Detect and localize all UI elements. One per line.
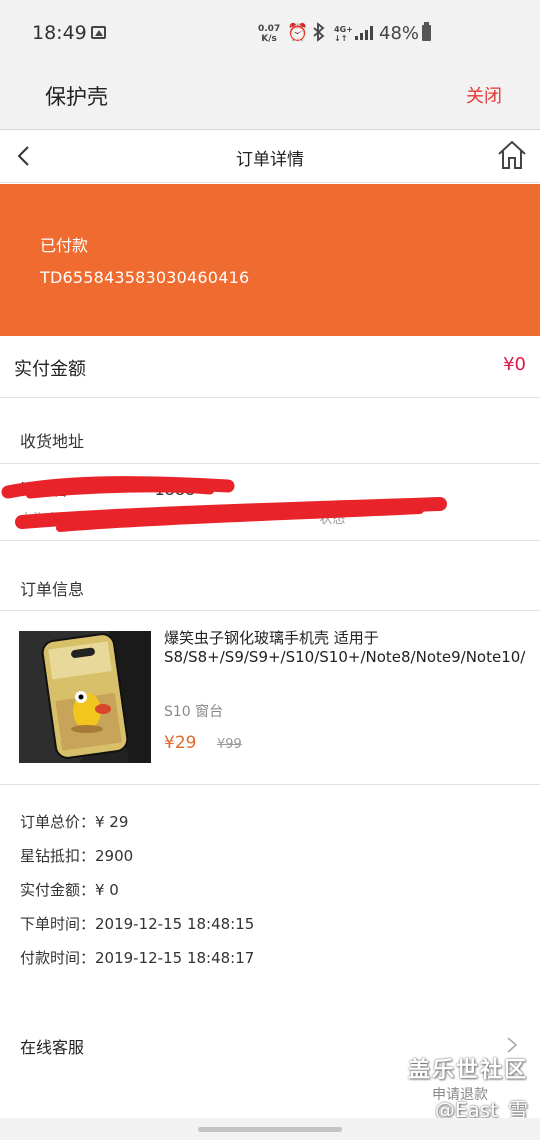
- order-info-title: 订单信息: [20, 580, 85, 599]
- network-speed-unit: K/s: [261, 34, 277, 44]
- summary-order-time: 下单时间：2019-12-15 18:48:15: [20, 915, 255, 933]
- summary-total: 订单总价：¥ 29: [20, 813, 129, 831]
- alarm-icon: ⏰: [287, 23, 309, 43]
- network-speed: 0.07 K/s: [258, 24, 280, 44]
- redaction-scribble: [1, 476, 447, 532]
- divider: [0, 540, 540, 541]
- paid-amount-label: 实付金额: [14, 359, 86, 380]
- network-type: 4G+ ↓↑: [334, 25, 353, 43]
- order-summary: 订单总价：¥ 29 星钻抵扣：2900 实付金额：¥ 0 下单时间：2019-1…: [20, 812, 254, 982]
- battery-percent: 48%: [379, 23, 420, 44]
- close-button[interactable]: 关闭: [466, 82, 502, 108]
- product-item[interactable]: 爆笑虫子钢化玻璃手机壳 适用于S8/S8+/S9/S9+/S10/S10+/No…: [0, 611, 540, 785]
- bluetooth-icon: [313, 22, 325, 42]
- product-name: 爆笑虫子钢化玻璃手机壳 适用于S8/S8+/S9/S9+/S10/S10+/No…: [164, 629, 526, 666]
- refund-button[interactable]: 申请退款: [432, 1084, 488, 1104]
- status-time: 18:49: [32, 22, 87, 44]
- paid-amount-value: ¥0: [503, 354, 526, 375]
- network-speed-value: 0.07: [258, 24, 281, 34]
- product-original-price: ¥99: [217, 737, 242, 752]
- network-type-label: 4G+: [334, 25, 353, 34]
- paid-amount-row: 实付金额 ¥0: [0, 336, 540, 398]
- online-service-label: 在线客服: [20, 1038, 85, 1057]
- battery-icon: [422, 22, 431, 41]
- order-id: TD655843583030460416: [40, 268, 250, 287]
- app-bar: 保护壳 关闭: [0, 68, 540, 130]
- product-image: [19, 631, 151, 763]
- page-title: 订单详情: [236, 150, 304, 170]
- summary-pay-time: 付款时间：2019-12-15 18:48:17: [20, 949, 255, 967]
- summary-actual-paid: 实付金额：¥ 0: [20, 881, 119, 899]
- order-status-banner: 已付款 TD655843583030460416: [0, 184, 540, 336]
- address-section-title: 收货地址: [20, 432, 85, 451]
- data-arrows-icon: ↓↑: [334, 34, 348, 43]
- home-icon[interactable]: [496, 139, 528, 171]
- signal-icon: [355, 26, 373, 40]
- watermark-community: 盖乐世社区: [407, 1058, 528, 1083]
- order-status: 已付款: [40, 236, 89, 255]
- status-bar: 18:49 0.07 K/s ⏰ 4G+ ↓↑ 48%: [0, 0, 540, 68]
- watermark: 盖乐世社区 申请退款 @East_雪: [408, 1052, 528, 1123]
- app-title: 保护壳: [45, 85, 108, 109]
- gesture-bar: [0, 1118, 540, 1140]
- address-block: 江苏省 · · · · · · · · 1888 上海市 · · · · · ·…: [0, 464, 540, 540]
- product-spec: S10 窗台: [164, 704, 224, 720]
- product-price: ¥29: [164, 733, 197, 753]
- home-gesture-handle[interactable]: [198, 1127, 342, 1132]
- summary-star-deduction: 星钻抵扣：2900: [20, 847, 134, 865]
- nav-bar: 订单详情: [0, 131, 540, 183]
- gallery-icon: [91, 26, 106, 39]
